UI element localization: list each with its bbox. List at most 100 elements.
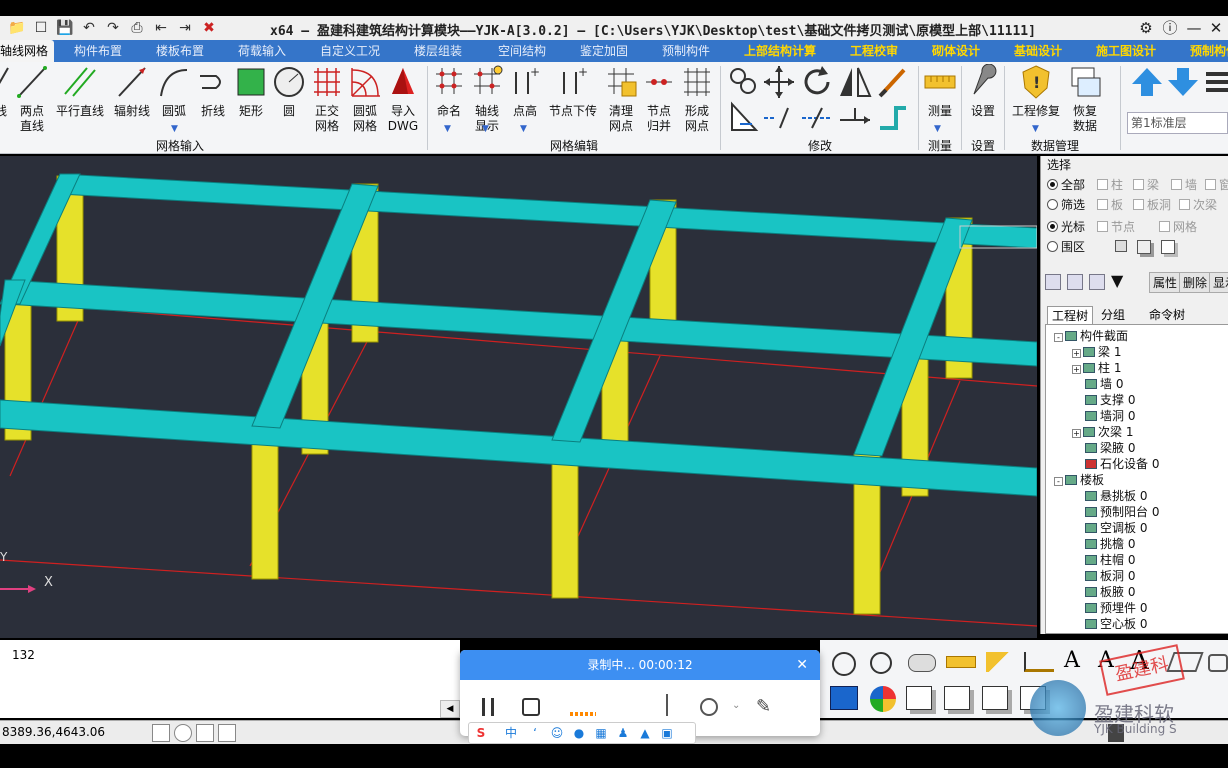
- tree-node[interactable]: - 楼板: [1054, 473, 1104, 488]
- tree-node[interactable]: + 梁 1: [1072, 345, 1121, 360]
- point-height-button[interactable]: + 点高: [508, 64, 542, 119]
- tree-node[interactable]: 悬挑板 0: [1085, 489, 1147, 504]
- tab-groups[interactable]: 分组: [1097, 306, 1129, 324]
- check-slab-hole[interactable]: 板洞: [1133, 196, 1171, 213]
- angle-ruler-icon[interactable]: [986, 652, 1016, 672]
- chinese-mode-icon[interactable]: 中: [503, 725, 519, 741]
- radio-cursor[interactable]: 光标: [1047, 218, 1085, 235]
- clear-nodes-button[interactable]: 清理 网点: [604, 64, 638, 134]
- view-3d-icon[interactable]: [830, 686, 858, 710]
- undo-icon[interactable]: ↶: [80, 19, 98, 37]
- select-sub-icon[interactable]: [1161, 240, 1175, 254]
- tree-node[interactable]: 柱帽 0: [1085, 553, 1135, 568]
- kettle-icon[interactable]: [908, 654, 936, 672]
- folder-icon[interactable]: 📁: [8, 19, 26, 37]
- node-down-button[interactable]: + 节点下传: [546, 64, 600, 119]
- tree-node[interactable]: 空心板 0: [1085, 617, 1147, 632]
- expand-icon[interactable]: +: [1072, 349, 1081, 358]
- pipe-button[interactable]: [876, 100, 910, 140]
- align-button[interactable]: [838, 100, 872, 140]
- redo-icon[interactable]: ↷: [104, 19, 122, 37]
- tab-load-input[interactable]: 荷载输入: [238, 40, 286, 62]
- floor-list-button[interactable]: [1202, 64, 1228, 104]
- chevron-down-icon[interactable]: ▼: [1032, 124, 1039, 134]
- tab-review[interactable]: 工程校审: [850, 40, 898, 62]
- tree-node[interactable]: 预埋件 0: [1085, 601, 1147, 616]
- circle-button[interactable]: 圆: [272, 64, 306, 119]
- tab-command-tree[interactable]: 命令树: [1145, 306, 1189, 324]
- floor-select[interactable]: 第1标准层: [1127, 112, 1228, 134]
- measure-button[interactable]: 测量: [922, 64, 958, 119]
- expand-icon[interactable]: +: [1072, 429, 1081, 438]
- chevron-down-icon[interactable]: ▼: [171, 124, 178, 134]
- tab-foundation[interactable]: 基础设计: [1014, 40, 1062, 62]
- tree-node[interactable]: 板洞 0: [1085, 569, 1135, 584]
- zoom-extents-icon[interactable]: [832, 652, 856, 676]
- arc-grid-button[interactable]: 圆弧 网格: [348, 64, 382, 134]
- select-mode-icon[interactable]: [1115, 240, 1127, 252]
- zoom-icon[interactable]: [870, 652, 892, 674]
- punctuation-icon[interactable]: ‘: [527, 725, 543, 741]
- tab-slab-layout[interactable]: 楼板布置: [156, 40, 204, 62]
- chevron-down-icon[interactable]: ▼: [444, 124, 451, 134]
- display-button[interactable]: 显示: [1209, 272, 1228, 293]
- tree-node[interactable]: 挑檐 0: [1085, 537, 1135, 552]
- expand-icon[interactable]: +: [1072, 365, 1081, 374]
- open-icon[interactable]: ☐: [32, 19, 50, 37]
- close-icon[interactable]: ✕: [796, 650, 808, 680]
- osnap-icon[interactable]: [174, 724, 192, 742]
- extend-button[interactable]: [876, 64, 910, 104]
- export-icon[interactable]: ⇥: [176, 19, 194, 37]
- ortho-icon[interactable]: [196, 724, 214, 742]
- properties-button[interactable]: 属性: [1149, 272, 1182, 293]
- check-grid[interactable]: 网格: [1159, 218, 1197, 235]
- offset-button[interactable]: [726, 64, 760, 104]
- tab-custom-case[interactable]: 自定义工况: [320, 40, 380, 62]
- tree-node[interactable]: 石化设备 0: [1085, 457, 1159, 472]
- line-button[interactable]: 线: [0, 64, 12, 119]
- user-icon[interactable]: ♟: [615, 725, 631, 741]
- check-node[interactable]: 节点: [1097, 218, 1135, 235]
- tab-precast-2[interactable]: 预制构件: [1190, 40, 1228, 62]
- connect-button[interactable]: [800, 100, 834, 140]
- pen-icon[interactable]: ✎: [756, 696, 771, 717]
- tab-precast[interactable]: 预制构件: [662, 40, 710, 62]
- check-window[interactable]: 窗: [1205, 176, 1228, 193]
- tree-node[interactable]: 预制阳台 0: [1085, 505, 1159, 520]
- funnel-icon[interactable]: ▼: [1111, 272, 1123, 290]
- move-button[interactable]: [762, 64, 796, 104]
- layer-icon[interactable]: [906, 686, 932, 710]
- sogou-icon[interactable]: S: [473, 725, 489, 741]
- camera-icon[interactable]: [700, 698, 718, 716]
- command-area[interactable]: 132: [0, 640, 460, 718]
- select-add-icon[interactable]: [1137, 240, 1151, 254]
- restore-data-button[interactable]: 恢复 数据: [1066, 64, 1104, 134]
- tree-node[interactable]: + 次梁 1: [1072, 425, 1133, 440]
- check-secondary-beam[interactable]: 次梁: [1179, 196, 1217, 213]
- tab-appraisal[interactable]: 鉴定加固: [580, 40, 628, 62]
- layer-icon[interactable]: [944, 686, 970, 710]
- model-viewport[interactable]: Y X: [0, 156, 1037, 638]
- tab-upper-calc[interactable]: 上部结构计算: [744, 40, 816, 62]
- filter-tool-icon[interactable]: [1067, 274, 1083, 290]
- save-icon[interactable]: 💾: [56, 19, 74, 37]
- import-dwg-button[interactable]: 导入 DWG: [386, 64, 420, 134]
- stop-icon[interactable]: [522, 698, 540, 716]
- floor-down-button[interactable]: [1166, 64, 1198, 104]
- break-button[interactable]: [762, 100, 796, 140]
- emoji-icon[interactable]: ☺: [549, 725, 565, 741]
- close-icon[interactable]: ✕: [1206, 18, 1226, 38]
- tree-node[interactable]: 空调板 0: [1085, 521, 1147, 536]
- collapse-icon[interactable]: -: [1054, 477, 1063, 486]
- tree-node[interactable]: 梁腋 0: [1085, 441, 1135, 456]
- help-icon[interactable]: ⓘ: [1160, 18, 1180, 38]
- radio-filter[interactable]: 筛选: [1047, 196, 1085, 213]
- print-icon[interactable]: ⎙: [128, 19, 146, 37]
- keyboard-icon[interactable]: ▦: [593, 725, 609, 741]
- color-wheel-icon[interactable]: [870, 686, 896, 712]
- radio-area[interactable]: 围区: [1047, 238, 1085, 255]
- ruler-icon[interactable]: [946, 656, 976, 668]
- tab-spatial-structure[interactable]: 空间结构: [498, 40, 546, 62]
- project-repair-button[interactable]: ! 工程修复: [1008, 64, 1064, 119]
- menu-grid-icon[interactable]: ▣: [659, 725, 675, 741]
